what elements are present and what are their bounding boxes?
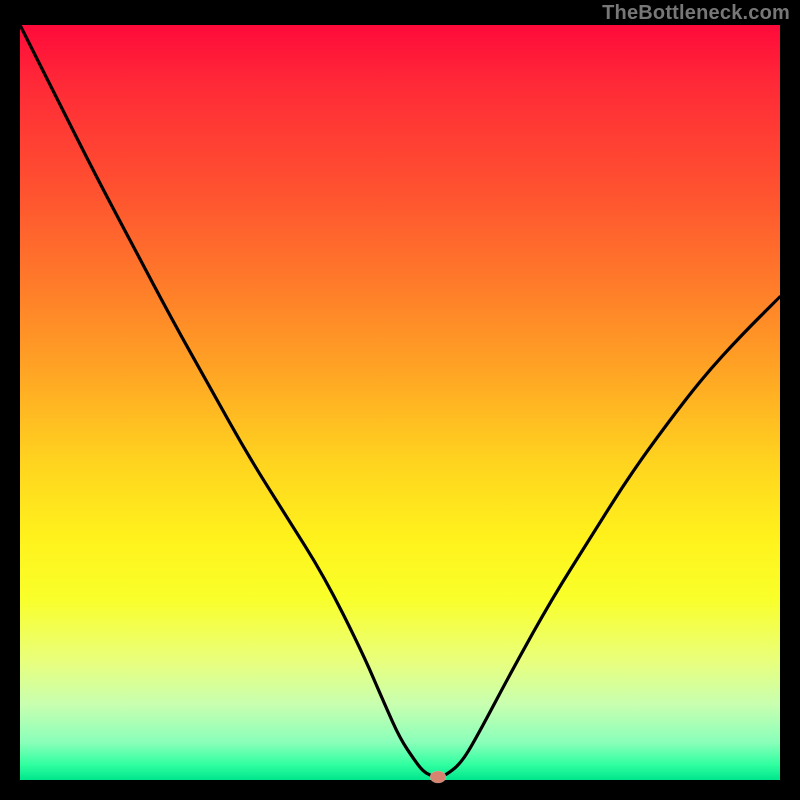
bottleneck-curve (20, 25, 780, 777)
plot-area (20, 25, 780, 780)
optimal-point-marker (430, 771, 446, 783)
chart-container: TheBottleneck.com (0, 0, 800, 800)
watermark-text: TheBottleneck.com (602, 2, 790, 25)
curve-layer (20, 25, 780, 780)
